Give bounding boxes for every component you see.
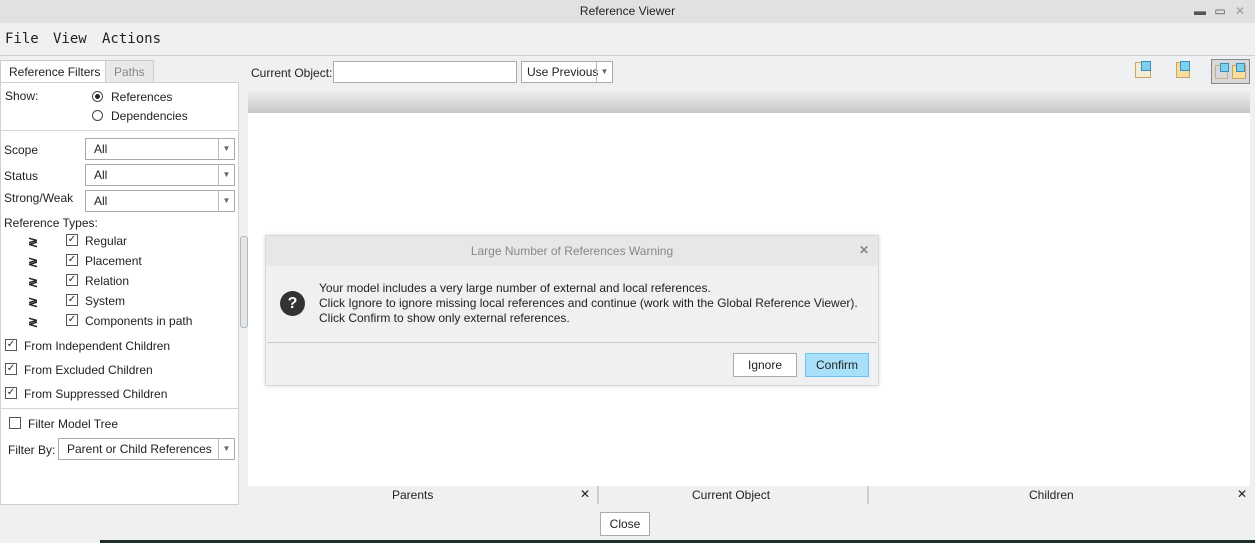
children-filter-checkbox[interactable]: ✓ — [5, 339, 17, 351]
menu-bar: File View Actions — [0, 23, 1255, 56]
radio-dependencies[interactable] — [92, 110, 103, 121]
menu-view[interactable]: View — [53, 31, 87, 47]
view-both-button[interactable] — [1211, 59, 1250, 84]
divider — [0, 130, 238, 131]
canvas-header — [248, 88, 1250, 113]
title-bar: Reference Viewer — [0, 0, 1255, 23]
reference-type-checkbox[interactable]: ✓ — [66, 294, 78, 306]
status-select[interactable]: All ▼ — [85, 164, 235, 186]
reference-type-checkbox[interactable]: ✓ — [66, 234, 78, 246]
strong-weak-select[interactable]: All ▼ — [85, 190, 235, 212]
chevron-down-icon: ▼ — [218, 439, 234, 459]
reference-types-label: Reference Types: — [4, 216, 98, 230]
children-filter-checkbox[interactable]: ✓ — [5, 387, 17, 399]
view-current-icon[interactable] — [1176, 61, 1190, 78]
ignore-button[interactable]: Ignore — [733, 353, 797, 377]
reference-type-label: System — [85, 294, 126, 308]
reference-type-icon: ≷ — [28, 315, 39, 329]
close-parents-icon[interactable]: ✕ — [580, 487, 590, 501]
filter-by-value: Parent or Child References — [67, 442, 212, 456]
status-label: Status — [4, 169, 39, 183]
maximize-icon[interactable]: ▭ — [1212, 3, 1228, 19]
reference-type-label: Components in path — [85, 314, 193, 328]
filter-model-tree-checkbox[interactable] — [9, 417, 21, 429]
menu-actions[interactable]: Actions — [102, 31, 161, 47]
use-previous-select[interactable]: Use Previous ▼ — [521, 61, 613, 83]
filter-model-tree-label: Filter Model Tree — [28, 417, 119, 431]
menu-file[interactable]: File — [5, 31, 39, 47]
chevron-down-icon: ▼ — [218, 191, 234, 211]
radio-references-label: References — [111, 90, 173, 104]
filter-by-label: Filter By: — [8, 443, 56, 457]
reference-type-label: Relation — [85, 274, 130, 288]
reference-type-icon: ≷ — [28, 275, 39, 289]
message-line: Click Ignore to ignore missing local ref… — [319, 296, 858, 310]
minimize-icon[interactable]: ▬ — [1192, 3, 1208, 19]
scope-label: Scope — [4, 143, 39, 157]
chevron-down-icon: ▼ — [596, 62, 612, 82]
confirm-button[interactable]: Confirm — [805, 353, 869, 377]
chevron-down-icon: ▼ — [218, 139, 234, 159]
close-window-icon[interactable]: ✕ — [1232, 3, 1248, 19]
reference-type-checkbox[interactable]: ✓ — [66, 314, 78, 326]
chevron-down-icon: ▼ — [218, 165, 234, 185]
children-filter-checkbox[interactable]: ✓ — [5, 363, 17, 375]
close-button[interactable]: Close — [600, 512, 650, 536]
window-title: Reference Viewer — [579, 4, 676, 18]
tab-parents[interactable]: Parents — [392, 488, 433, 502]
show-label: Show: — [5, 89, 39, 103]
radio-references[interactable] — [92, 91, 103, 102]
dialog-close-icon[interactable]: ✕ — [859, 243, 869, 257]
tab-current-object[interactable]: Current Object — [692, 488, 770, 502]
reference-type-label: Regular — [85, 234, 128, 248]
current-object-label: Current Object: — [251, 66, 333, 80]
strong-weak-label: Strong/Weak — [4, 191, 74, 205]
bottom-tabs: Parents ✕ Current Object Children ✕ — [248, 486, 1250, 504]
tab-paths[interactable]: Paths — [105, 60, 154, 82]
children-filter-label: From Independent Children — [24, 339, 171, 353]
children-filter-label: From Excluded Children — [24, 363, 153, 377]
message-line: Click Confirm to show only external refe… — [319, 311, 570, 325]
use-previous-value: Use Previous — [527, 65, 599, 79]
filter-by-select[interactable]: Parent or Child References ▼ — [58, 438, 235, 460]
reference-type-icon: ≷ — [28, 295, 39, 309]
question-icon: ? — [280, 291, 305, 316]
reference-type-icon: ≷ — [28, 235, 39, 249]
view-parents-icon[interactable] — [1135, 61, 1151, 78]
divider — [0, 408, 238, 409]
current-object-input[interactable] — [333, 61, 517, 83]
reference-type-label: Placement — [85, 254, 142, 268]
dialog-title: Large Number of References Warning — [266, 236, 878, 266]
reference-type-checkbox[interactable]: ✓ — [66, 274, 78, 286]
radio-dependencies-label: Dependencies — [111, 109, 188, 123]
reference-type-checkbox[interactable]: ✓ — [66, 254, 78, 266]
tab-reference-filters[interactable]: Reference Filters — [0, 60, 110, 83]
children-filter-label: From Suppressed Children — [24, 387, 168, 401]
panel-splitter-handle[interactable] — [240, 236, 248, 328]
tab-children[interactable]: Children — [1029, 488, 1074, 502]
scope-select[interactable]: All ▼ — [85, 138, 235, 160]
message-line: Your model includes a very large number … — [319, 281, 711, 295]
dialog-message: Your model includes a very large number … — [319, 281, 858, 326]
scope-value: All — [94, 142, 108, 156]
status-value: All — [94, 168, 108, 182]
close-children-icon[interactable]: ✕ — [1237, 487, 1247, 501]
strong-weak-value: All — [94, 194, 108, 208]
warning-dialog: Large Number of References Warning ✕ ? Y… — [265, 235, 879, 386]
reference-type-icon: ≷ — [28, 255, 39, 269]
